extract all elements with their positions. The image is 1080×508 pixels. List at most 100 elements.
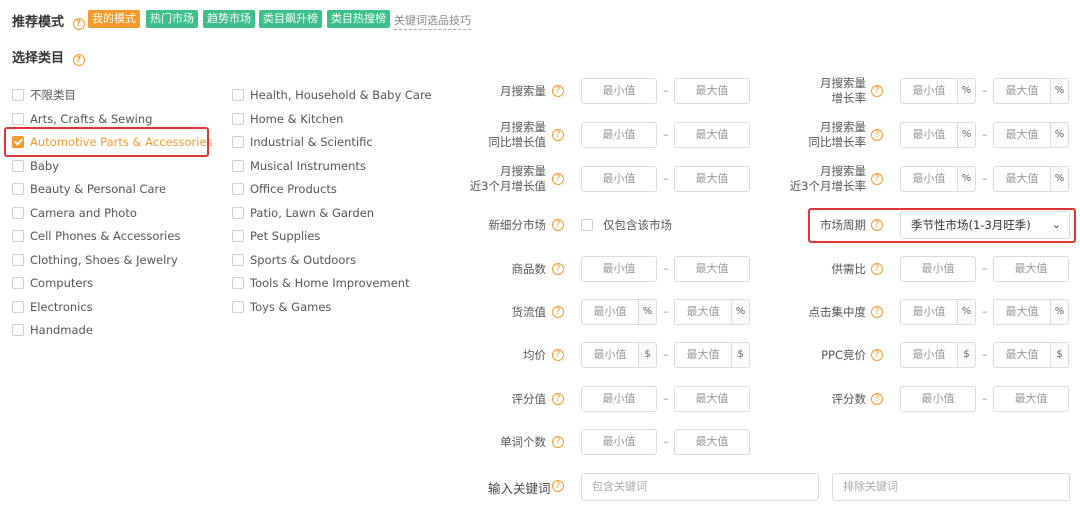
tag-hot-market[interactable]: 热门市场	[146, 10, 198, 28]
category-item[interactable]: Musical Instruments	[232, 157, 432, 175]
checkbox[interactable]	[232, 159, 244, 172]
search-yoy-rate-min[interactable]: 最小值	[900, 122, 958, 148]
tag-trend-market[interactable]: 趋势市场	[203, 10, 255, 28]
checkbox[interactable]	[232, 230, 244, 242]
rating-count-min[interactable]: 最小值	[900, 386, 976, 412]
checkbox[interactable]	[12, 159, 24, 172]
category-item[interactable]: Patio, Lawn & Garden	[232, 204, 432, 222]
monthly-search-3m-max[interactable]: 最大值	[674, 166, 750, 192]
checkbox[interactable]	[12, 183, 24, 195]
product-count-min[interactable]: 最小值	[581, 256, 657, 282]
help-icon[interactable]: ?	[871, 219, 883, 231]
help-icon[interactable]: ?	[552, 173, 564, 185]
help-icon[interactable]: ?	[552, 263, 564, 275]
tag-category-hot-search[interactable]: 类目热搜榜	[327, 10, 390, 28]
help-icon[interactable]: ?	[552, 349, 564, 361]
checkbox[interactable]	[12, 324, 24, 336]
rating-min[interactable]: 最小值	[581, 386, 657, 412]
help-icon[interactable]: ?	[871, 173, 883, 185]
checkbox[interactable]	[232, 112, 244, 125]
category-item[interactable]: Cell Phones & Accessories	[12, 227, 213, 245]
help-icon[interactable]: ?	[552, 480, 564, 492]
checkbox[interactable]	[232, 277, 244, 289]
word-count-max[interactable]: 最大值	[674, 429, 750, 455]
help-icon[interactable]: ?	[72, 54, 85, 66]
help-icon[interactable]: ?	[552, 129, 564, 141]
checkbox[interactable]	[12, 112, 24, 125]
ppc-bid-min[interactable]: 最小值	[900, 342, 958, 368]
word-count-min[interactable]: 最小值	[581, 429, 657, 455]
monthly-search-3m-min[interactable]: 最小值	[581, 166, 657, 192]
monthly-search-yoy-min[interactable]: 最小值	[581, 122, 657, 148]
checkbox[interactable]	[232, 253, 244, 266]
click-concentration-max[interactable]: 最大值	[993, 299, 1051, 325]
monthly-search-min[interactable]: 最小值	[581, 78, 657, 104]
supply-demand-min[interactable]: 最小值	[900, 256, 976, 282]
niche-only-checkbox[interactable]: 仅包含该市场	[581, 216, 672, 234]
cargo-value-min[interactable]: 最小值	[581, 299, 639, 325]
help-icon[interactable]: ?	[871, 85, 883, 97]
checkbox[interactable]	[581, 219, 593, 231]
category-item[interactable]: Baby	[12, 157, 213, 175]
checkbox[interactable]	[232, 183, 244, 195]
tag-my-mode[interactable]: 我的模式	[88, 10, 140, 28]
category-item[interactable]: Toys & Games	[232, 298, 432, 316]
search-3m-rate-min[interactable]: 最小值	[900, 166, 958, 192]
rating-count-max[interactable]: 最大值	[993, 386, 1069, 412]
category-item[interactable]: Computers	[12, 274, 213, 292]
exclude-keyword-input[interactable]: 排除关键词	[832, 473, 1070, 501]
help-icon[interactable]: ?	[871, 263, 883, 275]
help-icon[interactable]: ?	[871, 393, 883, 405]
category-item[interactable]: Tools & Home Improvement	[232, 274, 432, 292]
category-item[interactable]: Camera and Photo	[12, 204, 213, 222]
search-growth-max[interactable]: 最大值	[993, 78, 1051, 104]
product-count-max[interactable]: 最大值	[674, 256, 750, 282]
checkbox[interactable]	[12, 206, 24, 219]
help-icon[interactable]: ?	[871, 129, 883, 141]
category-item[interactable]: Beauty & Personal Care	[12, 180, 213, 198]
search-3m-rate-max[interactable]: 最大值	[993, 166, 1051, 192]
keyword-tips-link[interactable]: 关键词选品技巧	[394, 12, 471, 30]
monthly-search-max[interactable]: 最大值	[674, 78, 750, 104]
click-concentration-min[interactable]: 最小值	[900, 299, 958, 325]
category-item[interactable]: Handmade	[12, 321, 213, 339]
market-cycle-select[interactable]: 季节性市场(1-3月旺季) ⌄	[900, 211, 1070, 239]
category-item[interactable]: Industrial & Scientific	[232, 133, 432, 151]
search-yoy-rate-max[interactable]: 最大值	[993, 122, 1051, 148]
checkbox[interactable]	[232, 300, 244, 313]
category-item[interactable]: Electronics	[12, 298, 213, 316]
checkbox[interactable]	[12, 277, 24, 289]
category-item[interactable]: Office Products	[232, 180, 432, 198]
help-icon[interactable]: ?	[552, 393, 564, 405]
ppc-bid-max[interactable]: 最大值	[993, 342, 1051, 368]
category-item[interactable]: Pet Supplies	[232, 227, 432, 245]
checkbox[interactable]	[12, 230, 24, 242]
cargo-value-max[interactable]: 最大值	[674, 299, 732, 325]
monthly-search-yoy-max[interactable]: 最大值	[674, 122, 750, 148]
checkbox[interactable]	[232, 136, 244, 148]
help-icon[interactable]: ?	[552, 85, 564, 97]
category-item[interactable]: Health, Household & Baby Care	[232, 86, 432, 104]
help-icon[interactable]: ?	[72, 18, 85, 30]
category-item[interactable]: Arts, Crafts & Sewing	[12, 110, 213, 128]
checkbox[interactable]	[12, 300, 24, 313]
category-item[interactable]: Home & Kitchen	[232, 110, 432, 128]
search-growth-min[interactable]: 最小值	[900, 78, 958, 104]
help-icon[interactable]: ?	[552, 436, 564, 448]
avg-price-max[interactable]: 最大值	[674, 342, 732, 368]
category-item[interactable]: Clothing, Shoes & Jewelry	[12, 251, 213, 269]
category-item[interactable]: Sports & Outdoors	[232, 251, 432, 269]
checkbox[interactable]	[232, 206, 244, 219]
category-item[interactable]: 不限类目	[12, 86, 213, 104]
help-icon[interactable]: ?	[552, 219, 564, 231]
checkbox[interactable]	[12, 253, 24, 266]
help-icon[interactable]: ?	[552, 306, 564, 318]
rating-max[interactable]: 最大值	[674, 386, 750, 412]
include-keyword-input[interactable]: 包含关键词	[581, 473, 819, 501]
checkbox[interactable]	[232, 89, 244, 101]
avg-price-min[interactable]: 最小值	[581, 342, 639, 368]
checkbox[interactable]	[12, 89, 24, 101]
help-icon[interactable]: ?	[871, 306, 883, 318]
tag-category-rising[interactable]: 类目飙升榜	[259, 10, 322, 28]
help-icon[interactable]: ?	[871, 349, 883, 361]
